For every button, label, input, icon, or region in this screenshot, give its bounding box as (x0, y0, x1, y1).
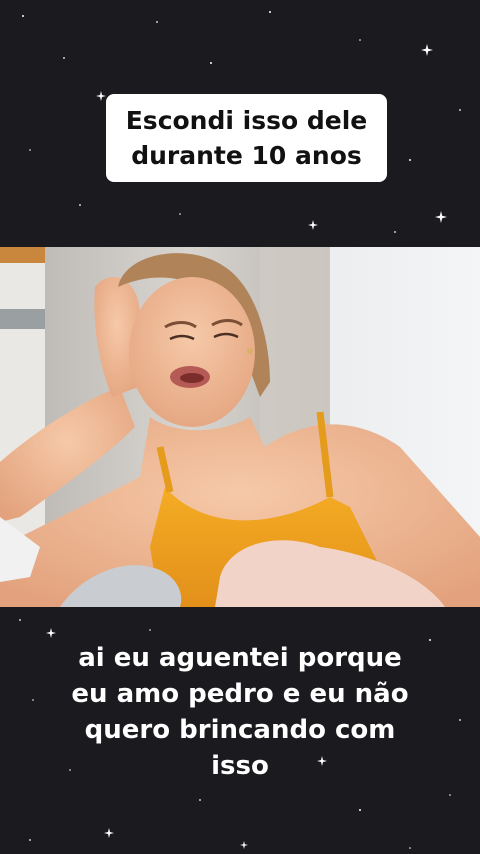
title-overlay: Escondi isso dele durante 10 anos (106, 94, 387, 182)
caption-line-3: quero brincando com (84, 715, 396, 745)
title-line-1: Escondi isso dele (125, 106, 368, 135)
sparkle-icon (435, 211, 447, 223)
title-line-2: durante 10 anos (131, 141, 362, 170)
caption-line-2: eu amo pedro e eu não (71, 679, 409, 709)
video-still-illustration (0, 247, 480, 607)
sparkle-icon (421, 44, 433, 56)
sparkle-icon (46, 628, 56, 638)
video-frame (0, 247, 480, 607)
subtitle-caption: ai eu aguentei porque eu amo pedro e eu … (0, 640, 480, 784)
sparkle-icon (96, 91, 106, 101)
sparkle-icon (308, 220, 318, 230)
caption-line-4: isso (211, 751, 269, 781)
sparkle-icon (104, 828, 114, 838)
sparkle-icon (240, 841, 248, 849)
caption-line-1: ai eu aguentei porque (78, 643, 402, 673)
